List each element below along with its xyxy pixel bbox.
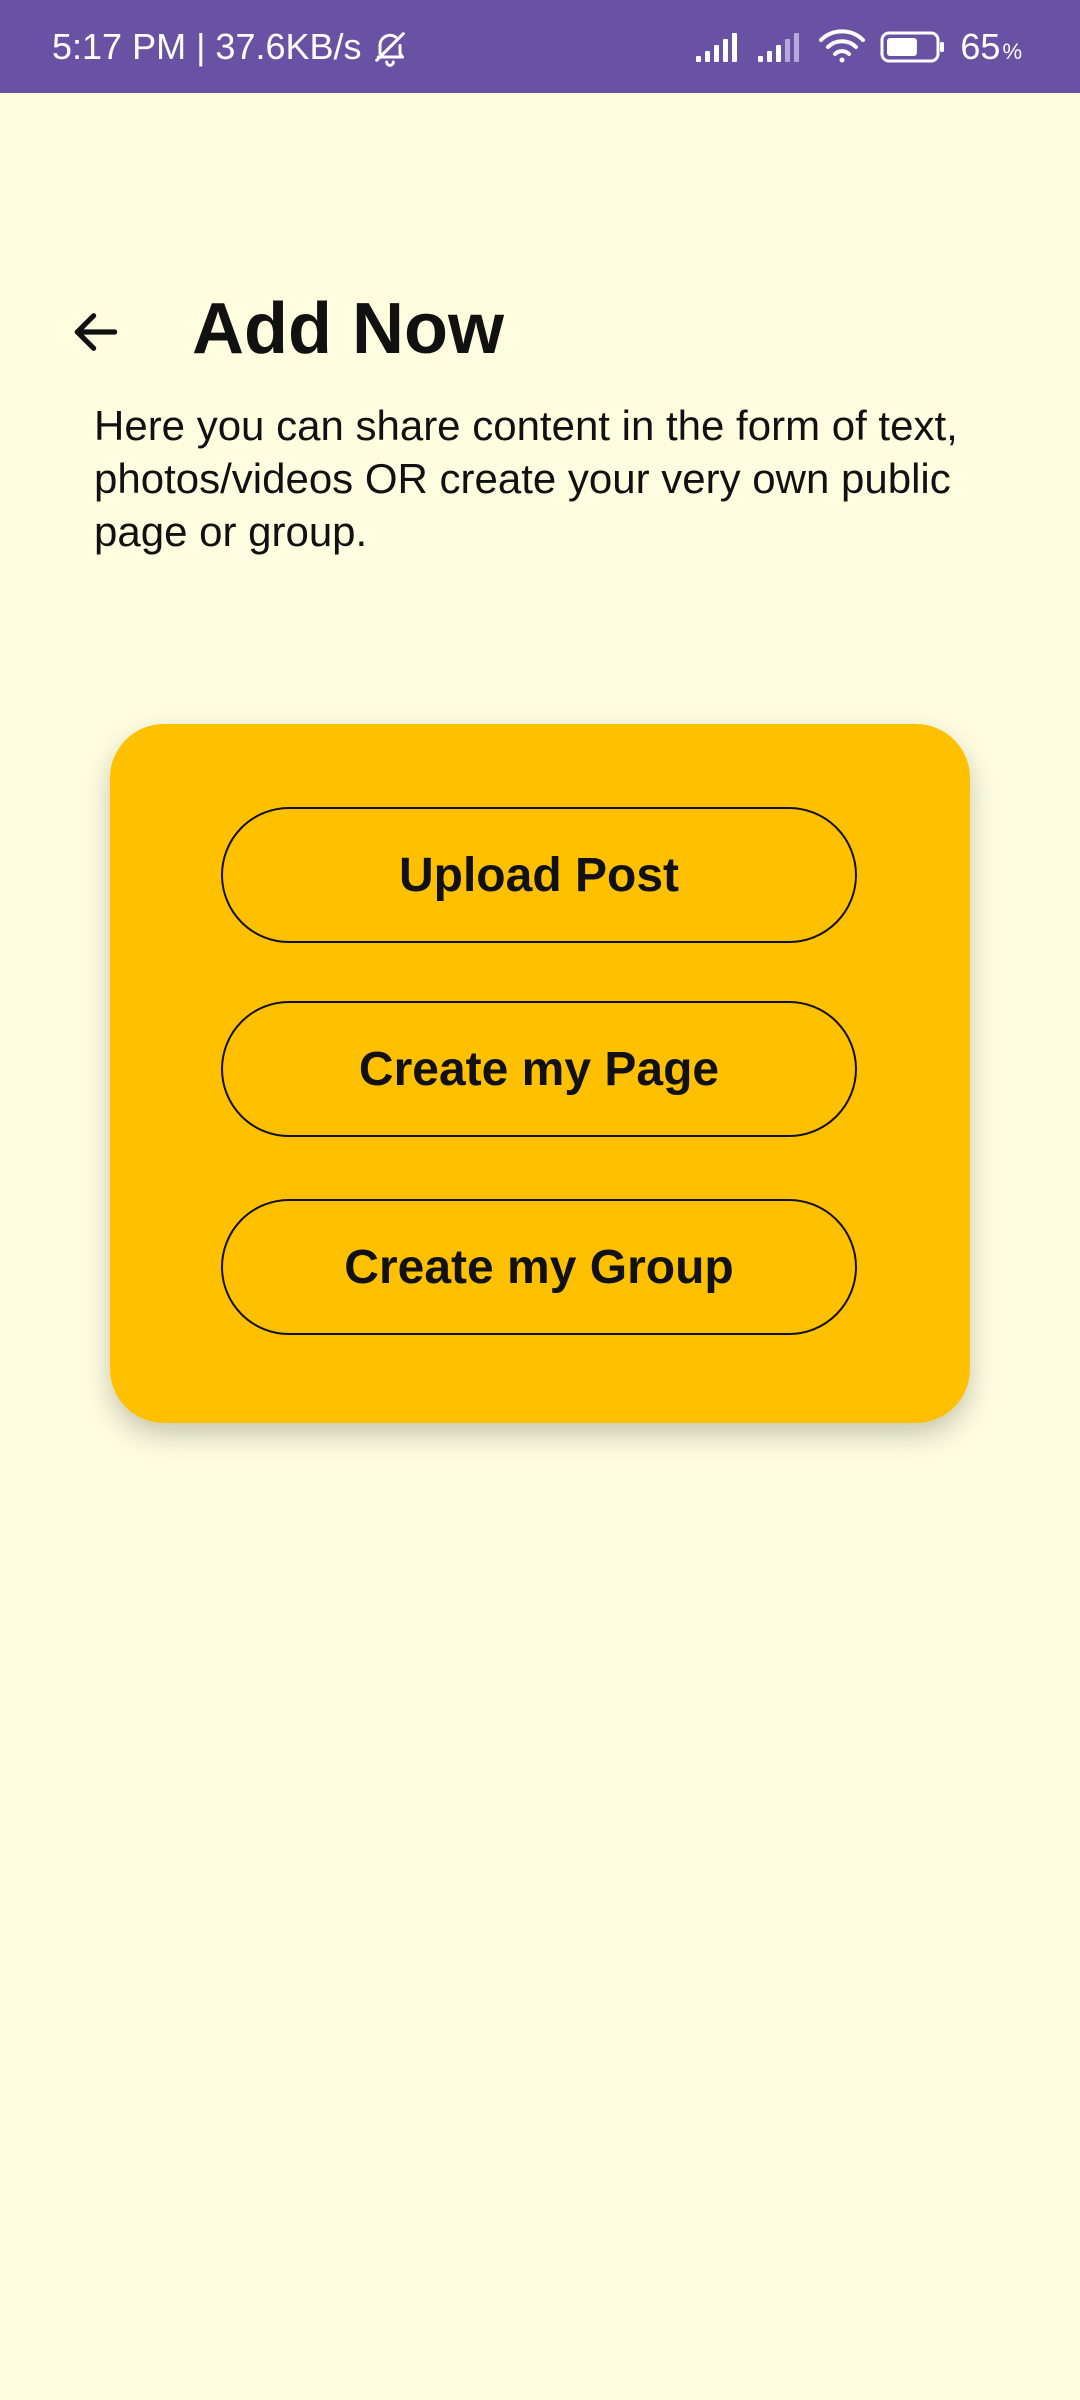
battery-percent-value: 65 (960, 25, 1001, 67)
wifi-icon (818, 28, 866, 66)
create-page-button[interactable]: Create my Page (221, 1001, 857, 1137)
status-time-speed: 5:17 PM | 37.6KB/s (52, 25, 362, 67)
create-group-button[interactable]: Create my Group (221, 1199, 857, 1335)
upload-post-button[interactable]: Upload Post (221, 807, 857, 943)
back-button[interactable] (60, 298, 132, 370)
actions-card: Upload Post Create my Page Create my Gro… (110, 724, 970, 1423)
bell-off-icon (370, 27, 410, 67)
header: Add Now (0, 280, 1080, 380)
status-right: 65 % (694, 26, 1022, 68)
signal-secondary-icon (756, 30, 804, 64)
description-text: Here you can share content in the form o… (94, 402, 958, 555)
status-bar: 5:17 PM | 37.6KB/s 65 % (0, 0, 1080, 93)
battery-percent-sign: % (1002, 38, 1022, 64)
signal-icon (694, 30, 742, 64)
page-title: Add Now (192, 289, 504, 369)
status-left: 5:17 PM | 37.6KB/s (52, 26, 410, 68)
battery-percent: 65 % (960, 26, 1022, 68)
battery-icon (880, 30, 946, 64)
arrow-left-icon (68, 304, 124, 365)
